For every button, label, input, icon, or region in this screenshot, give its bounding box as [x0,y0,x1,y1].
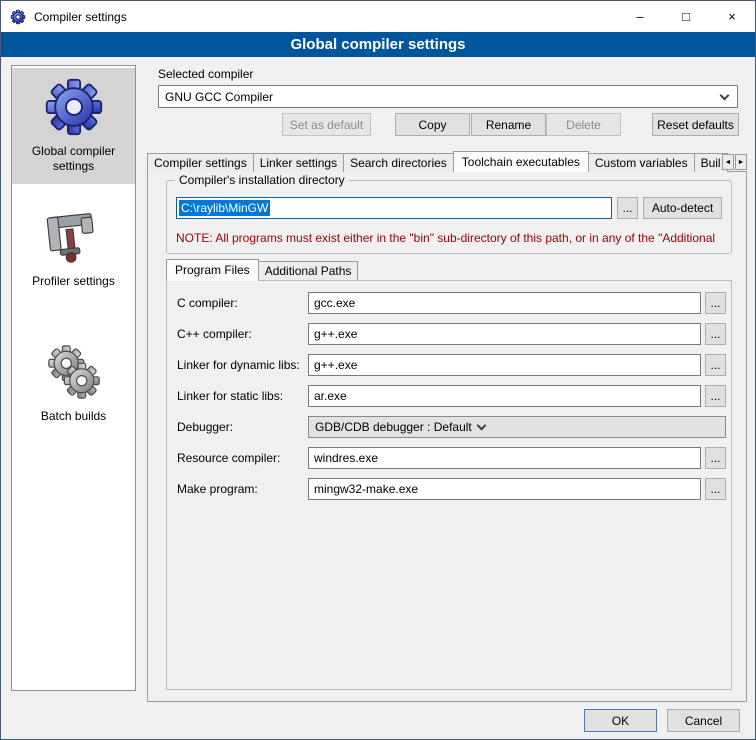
window-title: Compiler settings [34,10,127,24]
compiler-settings-dialog: Compiler settings – □ × Global compiler … [0,0,756,740]
browse-button[interactable]: ... [705,385,726,407]
browse-button[interactable]: ... [705,478,726,500]
browse-button[interactable]: ... [705,354,726,376]
selected-compiler-label: Selected compiler [158,67,253,81]
field-row: Linker for static libs: ... [177,385,726,407]
debugger-select-value: GDB/CDB debugger : Default [315,420,472,434]
bin-subdirectory-note: NOTE: All programs must exist either in … [176,231,715,245]
settings-category-list: Global compiler settings Profiler settin… [11,65,136,691]
reset-defaults-button[interactable]: Reset defaults [652,113,739,136]
blue-gear-icon [43,76,105,138]
tab-custom-variables[interactable]: Custom variables [588,153,695,172]
toolchain-executables-panel: Compiler's installation directory C:\ray… [147,171,747,702]
field-label: Debugger: [177,420,308,434]
field-row: Linker for dynamic libs: ... [177,354,726,376]
tab-scroll-left-icon[interactable]: ◄ [722,154,734,170]
rename-button[interactable]: Rename [471,113,546,136]
installation-directory-group: Compiler's installation directory C:\ray… [166,180,732,254]
sidebar-item-profiler-settings[interactable]: Profiler settings [12,198,135,299]
chevron-down-icon [476,421,486,431]
field-label: Linker for dynamic libs: [177,358,308,372]
dialog-footer: OK Cancel [584,709,740,732]
tab-scroll-right-icon[interactable]: ► [735,154,747,170]
tab-search-directories[interactable]: Search directories [343,153,454,172]
maximize-button[interactable]: □ [663,1,709,32]
chevron-down-icon [720,90,730,100]
tab-program-files[interactable]: Program Files [166,259,259,281]
field-row: C++ compiler: ... [177,323,726,345]
browse-button[interactable]: ... [705,447,726,469]
browse-directory-button[interactable]: ... [617,197,638,219]
cpp-compiler-input[interactable] [308,323,701,345]
field-label: C compiler: [177,296,308,310]
minimize-button[interactable]: – [617,1,663,32]
settings-tab-bar: Compiler settings Linker settings Search… [147,150,747,172]
browse-button[interactable]: ... [705,323,726,345]
program-files-panel: C compiler: ... C++ compiler: ... Linker… [166,280,732,690]
field-row: Debugger: GDB/CDB debugger : Default [177,416,726,438]
copy-button[interactable]: Copy [395,113,470,136]
group-title: Compiler's installation directory [175,173,349,187]
make-program-input[interactable] [308,478,701,500]
program-files-tab-bar: Program Files Additional Paths [166,259,357,280]
resource-compiler-input[interactable] [308,447,701,469]
c-compiler-input[interactable] [308,292,701,314]
field-label: C++ compiler: [177,327,308,341]
sidebar-item-label: Batch builds [41,409,106,424]
field-row: C compiler: ... [177,292,726,314]
tab-compiler-settings[interactable]: Compiler settings [147,153,254,172]
installation-directory-value: C:\raylib\MinGW [179,200,270,216]
field-label: Resource compiler: [177,451,308,465]
delete-button[interactable]: Delete [546,113,621,136]
field-row: Make program: ... [177,478,726,500]
ok-button[interactable]: OK [584,709,657,732]
sidebar-item-label: Global compiler settings [14,144,133,174]
titlebar: Compiler settings – □ × [1,1,755,32]
cancel-button[interactable]: Cancel [667,709,740,732]
gray-gears-icon [43,341,105,403]
close-button[interactable]: × [709,1,755,32]
field-label: Make program: [177,482,308,496]
tab-additional-paths[interactable]: Additional Paths [258,261,359,280]
browse-button[interactable]: ... [705,292,726,314]
field-row: Resource compiler: ... [177,447,726,469]
sidebar-item-label: Profiler settings [32,274,115,289]
field-label: Linker for static libs: [177,389,308,403]
page-title: Global compiler settings [1,32,755,57]
compiler-select[interactable]: GNU GCC Compiler [158,85,738,108]
sidebar-item-batch-builds[interactable]: Batch builds [12,333,135,434]
static-libs-linker-input[interactable] [308,385,701,407]
auto-detect-button[interactable]: Auto-detect [643,197,722,219]
tab-linker-settings[interactable]: Linker settings [253,153,344,172]
compiler-settings-icon [10,9,26,25]
tab-toolchain-executables[interactable]: Toolchain executables [453,151,589,172]
dynamic-libs-linker-input[interactable] [308,354,701,376]
compiler-select-value: GNU GCC Compiler [165,90,715,104]
set-as-default-button[interactable]: Set as default [282,113,371,136]
clamp-icon [43,206,105,268]
sidebar-item-global-compiler-settings[interactable]: Global compiler settings [12,68,135,184]
debugger-select[interactable]: GDB/CDB debugger : Default [308,416,726,438]
installation-directory-input[interactable]: C:\raylib\MinGW [176,197,612,219]
